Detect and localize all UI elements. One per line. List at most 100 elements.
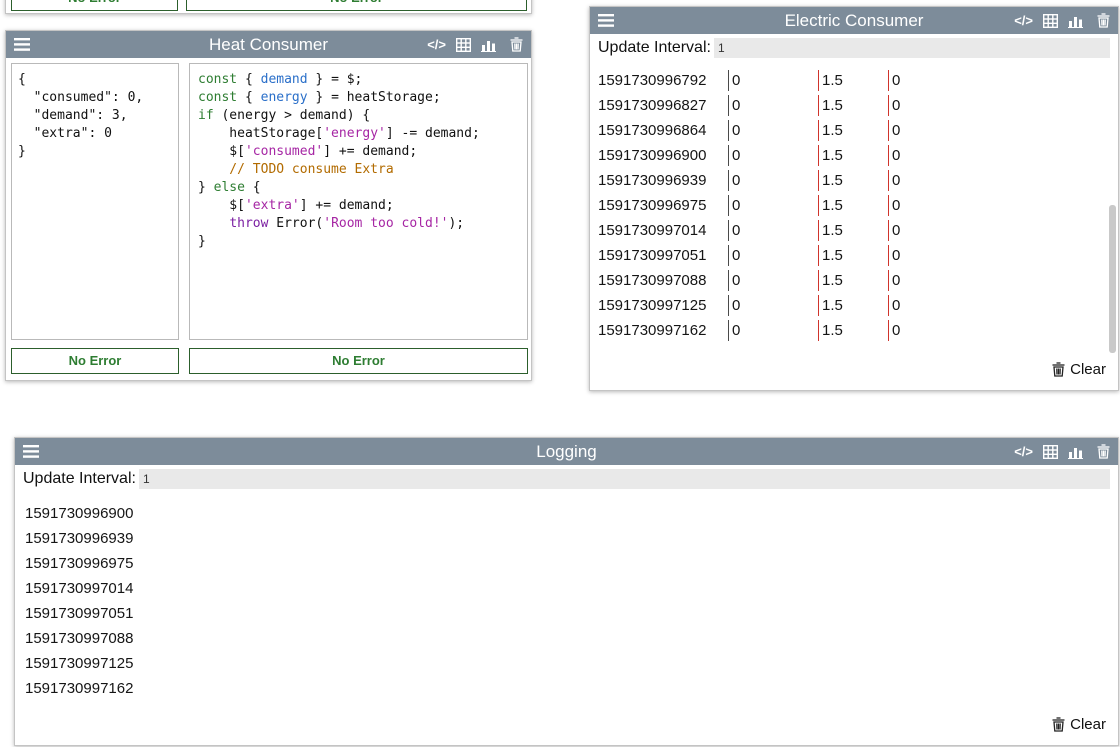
cell-value: 0 <box>728 120 818 141</box>
clear-label: Clear <box>1070 716 1106 733</box>
menu-icon[interactable] <box>598 14 614 27</box>
cell-value: 0 <box>728 95 818 116</box>
no-error-button[interactable]: No Error <box>11 348 179 374</box>
cell-value: 0 <box>728 270 818 291</box>
cell-value: 0 <box>888 70 1118 91</box>
cell-value: 1.5 <box>818 170 888 191</box>
panel-header: Electric Consumer </> <box>590 7 1118 34</box>
table-icon[interactable] <box>1043 14 1058 28</box>
log-row: 1591730996939 <box>25 526 1118 551</box>
cell-value: 0 <box>888 95 1118 116</box>
cell-value: 0 <box>888 145 1118 166</box>
cell-timestamp: 1591730997162 <box>598 320 728 341</box>
logging-rows: 1591730996900159173099693915917309969751… <box>15 491 1118 701</box>
update-interval-label: Update Interval: <box>598 39 711 57</box>
page: No Error No Error Heat Consumer </> <box>0 0 1120 747</box>
clear-button[interactable]: Clear <box>1052 361 1106 378</box>
trash-icon <box>1052 717 1065 732</box>
cell-value: 1.5 <box>818 195 888 216</box>
scrollbar-thumb[interactable] <box>1109 205 1116 353</box>
update-interval-row: Update Interval: 1 <box>15 465 1118 491</box>
panel-header: Heat Consumer </> <box>6 31 531 58</box>
chart-icon[interactable] <box>481 38 496 52</box>
log-row: 1591730997014 <box>25 576 1118 601</box>
table-icon[interactable] <box>1043 445 1058 459</box>
table-row: 159173099686401.50 <box>598 118 1118 143</box>
cell-timestamp: 1591730996900 <box>598 145 728 166</box>
log-row: 1591730997125 <box>25 651 1118 676</box>
cell-value: 0 <box>728 195 818 216</box>
no-error-button[interactable]: No Error <box>189 348 528 374</box>
cell-timestamp: 1591730997014 <box>598 220 728 241</box>
update-interval-input[interactable]: 1 <box>714 38 1110 58</box>
code-line: const { demand } = $; <box>198 71 519 89</box>
cell-value: 0 <box>888 245 1118 266</box>
menu-icon[interactable] <box>14 38 30 51</box>
header-icons: </> <box>1014 7 1110 34</box>
code-line: if (energy > demand) { <box>198 107 519 125</box>
cell-timestamp: 1591730996975 <box>598 195 728 216</box>
trash-icon[interactable] <box>1097 444 1110 459</box>
update-interval-input[interactable]: 1 <box>139 469 1110 489</box>
cell-value: 0 <box>728 320 818 341</box>
cell-value: 1.5 <box>818 145 888 166</box>
code-editor[interactable]: const { demand } = $;const { energy } = … <box>189 63 528 340</box>
table-row: 159173099712501.50 <box>598 293 1118 318</box>
header-icons: </> <box>1014 438 1110 465</box>
clear-label: Clear <box>1070 361 1106 378</box>
cell-value: 0 <box>728 295 818 316</box>
cell-timestamp: 1591730997088 <box>598 270 728 291</box>
cell-timestamp: 1591730996939 <box>598 170 728 191</box>
code-icon[interactable]: </> <box>1014 444 1033 459</box>
trash-icon[interactable] <box>510 37 523 52</box>
log-row: 1591730997088 <box>25 626 1118 651</box>
cell-timestamp: 1591730996864 <box>598 120 728 141</box>
cell-value: 1.5 <box>818 245 888 266</box>
table-row: 159173099679201.50 <box>598 68 1118 93</box>
cell-value: 0 <box>728 70 818 91</box>
cell-value: 1.5 <box>818 120 888 141</box>
table-row: 159173099705101.50 <box>598 243 1118 268</box>
table-row: 159173099716201.50 <box>598 318 1118 343</box>
cell-timestamp: 1591730997125 <box>598 295 728 316</box>
partial-panel: No Error No Error <box>5 0 532 14</box>
logging-panel: Logging </> Update Interval: 1 159173099… <box>14 437 1119 746</box>
cell-value: 0 <box>728 220 818 241</box>
cell-value: 0 <box>728 170 818 191</box>
chart-icon[interactable] <box>1068 445 1083 459</box>
cell-value: 0 <box>888 320 1118 341</box>
no-error-button[interactable]: No Error <box>11 0 178 11</box>
code-line: // TODO consume Extra <box>198 161 519 179</box>
table-icon[interactable] <box>456 38 471 52</box>
code-line: } else { <box>198 179 519 197</box>
code-line: heatStorage['energy'] -= demand; <box>198 125 519 143</box>
header-icons: </> <box>427 31 523 58</box>
cell-value: 1.5 <box>818 95 888 116</box>
cell-value: 0 <box>888 170 1118 191</box>
log-row: 1591730997162 <box>25 676 1118 701</box>
update-interval-label: Update Interval: <box>23 470 136 488</box>
trash-icon[interactable] <box>1097 13 1110 28</box>
table-row: 159173099693901.50 <box>598 168 1118 193</box>
update-interval-row: Update Interval: 1 <box>590 34 1118 60</box>
code-line: $['extra'] += demand; <box>198 197 519 215</box>
code-icon[interactable]: </> <box>1014 13 1033 28</box>
heat-consumer-panel: Heat Consumer </> { "consumed": 0, "dema… <box>5 30 532 381</box>
code-icon[interactable]: </> <box>427 37 446 52</box>
menu-icon[interactable] <box>23 445 39 458</box>
cell-value: 0 <box>728 245 818 266</box>
cell-value: 1.5 <box>818 220 888 241</box>
code-editor-content: const { demand } = $;const { energy } = … <box>198 71 519 251</box>
cell-value: 1.5 <box>818 70 888 91</box>
code-line: } <box>198 233 519 251</box>
cell-value: 0 <box>728 145 818 166</box>
no-error-button[interactable]: No Error <box>186 0 527 11</box>
chart-icon[interactable] <box>1068 14 1083 28</box>
cell-timestamp: 1591730996792 <box>598 70 728 91</box>
cell-value: 0 <box>888 195 1118 216</box>
state-json-view[interactable]: { "consumed": 0, "demand": 3, "extra": 0… <box>11 63 179 340</box>
cell-value: 0 <box>888 120 1118 141</box>
cell-value: 1.5 <box>818 320 888 341</box>
clear-button[interactable]: Clear <box>1052 716 1106 733</box>
table-row: 159173099701401.50 <box>598 218 1118 243</box>
